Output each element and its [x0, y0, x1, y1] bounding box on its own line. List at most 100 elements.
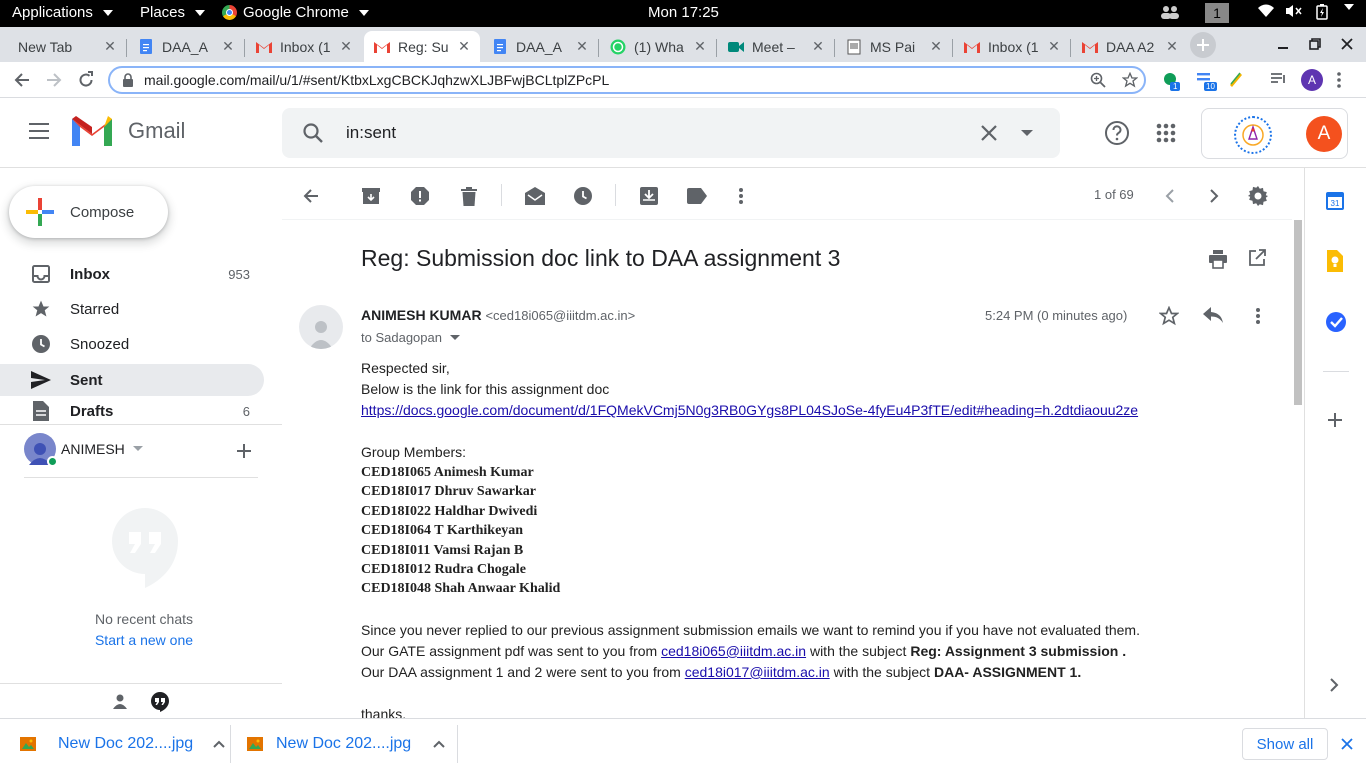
- volume-muted-icon[interactable]: [1285, 4, 1303, 18]
- tab-docs-2[interactable]: DAA_A ✕: [482, 31, 598, 62]
- open-new-window-button[interactable]: [1248, 249, 1270, 271]
- new-chat-button[interactable]: [236, 443, 254, 461]
- search-options-icon[interactable]: [1020, 129, 1034, 137]
- print-button[interactable]: [1208, 249, 1230, 271]
- people-icon[interactable]: [1160, 4, 1180, 20]
- close-icon[interactable]: ✕: [220, 38, 236, 55]
- download-item[interactable]: New Doc 202....jpg: [20, 727, 230, 761]
- star-message-button[interactable]: [1158, 305, 1181, 328]
- expand-panel-button[interactable]: [1329, 678, 1343, 692]
- move-to-button[interactable]: [637, 184, 661, 208]
- sender-name[interactable]: ANIMESH KUMAR: [361, 307, 482, 323]
- start-new-chat-link[interactable]: Start a new one: [0, 632, 288, 648]
- chevron-up-icon[interactable]: [213, 740, 225, 748]
- back-to-sent-button[interactable]: [299, 184, 323, 208]
- extension-green-dot[interactable]: 1: [1162, 71, 1181, 91]
- help-button[interactable]: [1104, 120, 1130, 146]
- gmail-logo[interactable]: Gmail: [72, 116, 185, 146]
- report-spam-button[interactable]: [408, 184, 432, 208]
- clear-search-icon[interactable]: [980, 124, 998, 142]
- zoom-icon[interactable]: [1090, 72, 1106, 88]
- workspace-indicator[interactable]: 1: [1205, 3, 1229, 23]
- close-icon[interactable]: ✕: [810, 38, 826, 55]
- close-icon[interactable]: ✕: [692, 38, 708, 55]
- battery-icon[interactable]: [1316, 4, 1328, 20]
- media-control-button[interactable]: [1270, 71, 1288, 89]
- tab-inbox-2[interactable]: Inbox (1 ✕: [954, 31, 1070, 62]
- keep-addon[interactable]: [1325, 250, 1345, 272]
- email-link[interactable]: ced18i065@iiitdm.ac.in: [661, 643, 806, 659]
- tab-new-tab[interactable]: New Tab ✕: [8, 31, 126, 62]
- close-icon[interactable]: ✕: [102, 38, 118, 55]
- account-avatar[interactable]: A: [1306, 116, 1342, 152]
- more-actions-button[interactable]: [729, 184, 753, 208]
- search-icon[interactable]: [302, 122, 324, 144]
- newer-button[interactable]: [1158, 184, 1182, 208]
- close-icon[interactable]: ✕: [574, 38, 590, 55]
- older-button[interactable]: [1202, 184, 1226, 208]
- clock[interactable]: Mon 17:25: [648, 4, 719, 21]
- search-input[interactable]: in:sent: [346, 123, 980, 143]
- forward-button[interactable]: [42, 68, 66, 92]
- close-icon[interactable]: ✕: [1164, 38, 1180, 55]
- close-icon[interactable]: ✕: [456, 38, 472, 55]
- sender-avatar[interactable]: [299, 305, 343, 349]
- scrollbar-thumb[interactable]: [1294, 220, 1302, 405]
- maximize-button[interactable]: [1308, 37, 1322, 51]
- wifi-icon[interactable]: [1258, 4, 1274, 18]
- get-addons-button[interactable]: [1327, 412, 1345, 430]
- address-bar[interactable]: mail.google.com/mail/u/1/#sent/KtbxLxgCB…: [108, 66, 1146, 94]
- close-icon[interactable]: ✕: [1046, 38, 1062, 55]
- account-switcher[interactable]: A: [1201, 108, 1348, 159]
- profile-avatar[interactable]: A: [1301, 69, 1323, 91]
- tab-ms-paint[interactable]: MS Pai ✕: [836, 31, 952, 62]
- back-button[interactable]: [10, 68, 34, 92]
- chevron-up-icon[interactable]: [433, 740, 445, 748]
- labels-button[interactable]: [685, 184, 709, 208]
- tab-daa-a2[interactable]: DAA A2 ✕: [1072, 31, 1188, 62]
- compose-button[interactable]: Compose: [9, 186, 168, 238]
- mark-unread-button[interactable]: [523, 184, 547, 208]
- download-item[interactable]: New Doc 202....jpg: [247, 727, 457, 761]
- tasks-addon[interactable]: [1325, 311, 1347, 333]
- message-scrollbar[interactable]: [1293, 220, 1303, 718]
- tab-meet[interactable]: Meet – ✕: [718, 31, 834, 62]
- sidebar-item-snoozed[interactable]: Snoozed: [0, 328, 264, 360]
- sidebar-item-starred[interactable]: Starred: [0, 293, 264, 325]
- sidebar-item-sent[interactable]: Sent: [0, 364, 264, 396]
- browser-menu-button[interactable]: [1336, 71, 1348, 89]
- calendar-addon[interactable]: 31: [1325, 191, 1345, 211]
- applications-menu[interactable]: Applications: [12, 4, 113, 21]
- minimize-button[interactable]: [1276, 37, 1290, 51]
- close-window-button[interactable]: [1340, 37, 1354, 51]
- tab-inbox-1[interactable]: Inbox (1 ✕: [246, 31, 362, 62]
- reload-button[interactable]: [74, 68, 98, 92]
- sidebar-item-inbox[interactable]: Inbox 953: [0, 258, 264, 290]
- places-menu[interactable]: Places: [140, 4, 206, 21]
- extension-tasks[interactable]: 10: [1196, 71, 1218, 91]
- extension-pen[interactable]: [1228, 71, 1246, 89]
- doc-link[interactable]: https://docs.google.com/document/d/1FQMe…: [361, 402, 1138, 418]
- power-menu[interactable]: [1340, 4, 1354, 10]
- archive-button[interactable]: [359, 184, 383, 208]
- tab-reg-submission[interactable]: Reg: Su ✕: [364, 31, 480, 62]
- bookmark-star-icon[interactable]: [1122, 72, 1138, 88]
- search-bar[interactable]: in:sent: [282, 108, 1060, 158]
- apps-button[interactable]: [1156, 123, 1176, 143]
- new-tab-button[interactable]: [1190, 32, 1216, 58]
- close-icon[interactable]: ✕: [338, 38, 354, 55]
- show-all-downloads-button[interactable]: Show all: [1242, 728, 1328, 760]
- hangouts-tab[interactable]: [150, 692, 170, 712]
- contacts-tab[interactable]: [112, 693, 130, 711]
- snooze-button[interactable]: [571, 184, 595, 208]
- close-downloads-button[interactable]: [1341, 737, 1355, 751]
- delete-button[interactable]: [457, 184, 481, 208]
- tab-whatsapp[interactable]: (1) Wha ✕: [600, 31, 716, 62]
- message-more-button[interactable]: [1255, 307, 1265, 329]
- chat-user-row[interactable]: ANIMESH: [24, 433, 143, 467]
- reply-button[interactable]: [1203, 307, 1225, 329]
- sidebar-item-drafts[interactable]: Drafts 6: [0, 399, 264, 423]
- close-icon[interactable]: ✕: [928, 38, 944, 55]
- email-link[interactable]: ced18i017@iiitdm.ac.in: [685, 664, 830, 680]
- recipient-line[interactable]: to Sadagopan: [361, 330, 460, 345]
